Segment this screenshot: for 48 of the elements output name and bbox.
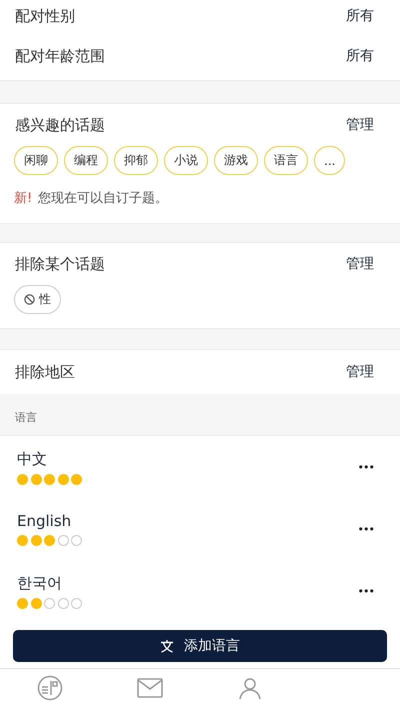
rating-dot [17,535,28,546]
translate-icon [160,639,174,653]
setting-value[interactable]: 所有 [346,47,374,65]
block-icon [24,294,35,305]
language-name: 中文 [17,450,48,468]
section-title: 排除地区 [15,362,75,382]
rating-dot [71,474,82,484]
section-title: 感兴趣的话题 [15,116,105,134]
topic-tag[interactable]: 小说 [164,146,208,175]
rating-dot [44,535,55,546]
rating-dot [17,598,28,608]
topic-tag[interactable]: 编程 [64,146,108,175]
language-name: English [17,512,72,530]
notice-text: 您现在可以自订子题。 [38,190,168,207]
rating-dot [30,474,42,484]
rating-dot [71,598,82,608]
more-button[interactable]: ••• [358,584,374,598]
manage-link[interactable]: 管理 [346,363,374,381]
topic-tag[interactable]: 游戏 [214,146,258,175]
more-button[interactable]: ••• [358,522,374,536]
setting-label: 配对年龄范围 [15,46,105,66]
setting-label: 配对性别 [15,6,75,26]
rating-dot [17,474,28,484]
rating-dot [44,474,55,484]
manage-link[interactable]: 管理 [346,116,374,134]
excluded-tag[interactable]: 性 [14,285,61,314]
section-title: 排除某个话题 [15,254,105,274]
rating-dot [30,535,42,546]
add-language-button[interactable]: 添加语言 [13,630,387,662]
mail-tab-icon[interactable] [137,678,163,698]
topic-tag[interactable]: ... [314,146,346,175]
manage-link[interactable]: 管理 [346,255,374,273]
rating-dot [71,535,82,546]
section-header: 语言 [15,410,37,425]
topic-tag[interactable]: 语言 [264,146,308,175]
card-tab-icon[interactable] [37,674,63,700]
new-label: 新! [14,190,32,207]
topic-tag[interactable]: 抑郁 [114,146,158,175]
person-tab-icon[interactable] [238,676,262,700]
rating-dot [44,598,55,608]
language-name: 한국어 [17,574,63,592]
rating-dot [58,535,68,546]
more-button[interactable]: ••• [358,460,374,474]
rating-dot [58,474,68,484]
rating-dot [58,598,68,608]
rating-dot [30,598,42,608]
setting-value[interactable]: 所有 [346,7,374,25]
topic-tag[interactable]: 闲聊 [14,146,58,175]
